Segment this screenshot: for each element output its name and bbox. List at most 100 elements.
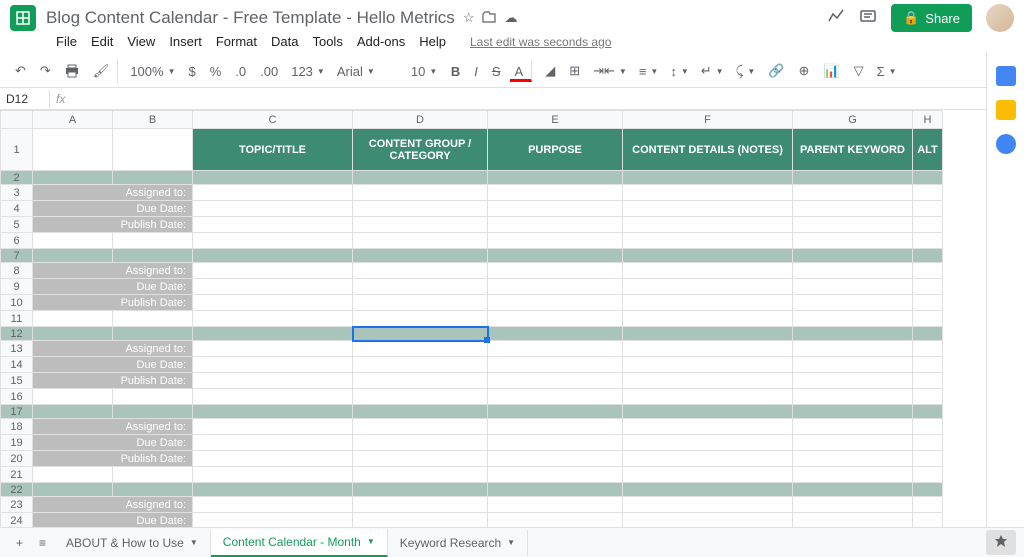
- cell[interactable]: [488, 311, 623, 327]
- row-header[interactable]: 16: [1, 389, 33, 405]
- sheets-logo[interactable]: [10, 5, 36, 31]
- cell[interactable]: [353, 405, 488, 419]
- cell[interactable]: [488, 435, 623, 451]
- cell[interactable]: Publish Date:: [33, 451, 193, 467]
- cell[interactable]: Due Date:: [33, 435, 193, 451]
- fill-color-button[interactable]: ◢: [540, 59, 560, 83]
- col-header[interactable]: F: [623, 111, 793, 129]
- cell[interactable]: [193, 483, 353, 497]
- cell[interactable]: [793, 419, 913, 435]
- format-dropdown[interactable]: 123▼: [287, 62, 329, 81]
- cell[interactable]: [913, 295, 943, 311]
- cell[interactable]: [793, 263, 913, 279]
- cell[interactable]: [33, 327, 113, 341]
- calendar-addon-icon[interactable]: [996, 66, 1016, 86]
- cell[interactable]: [793, 451, 913, 467]
- cell[interactable]: [353, 201, 488, 217]
- cell[interactable]: [488, 497, 623, 513]
- cell[interactable]: [623, 217, 793, 233]
- name-box[interactable]: D12: [0, 90, 50, 108]
- cell[interactable]: [793, 483, 913, 497]
- cell[interactable]: [793, 497, 913, 513]
- row-header[interactable]: 11: [1, 311, 33, 327]
- cell[interactable]: [913, 185, 943, 201]
- row-header[interactable]: 22: [1, 483, 33, 497]
- cell[interactable]: [913, 279, 943, 295]
- cell[interactable]: [33, 483, 113, 497]
- sheet-tab-calendar[interactable]: Content Calendar - Month▼: [211, 529, 388, 557]
- cell[interactable]: [353, 295, 488, 311]
- cell[interactable]: [193, 185, 353, 201]
- share-button[interactable]: 🔒 Share: [891, 4, 972, 32]
- borders-button[interactable]: ⊞: [564, 59, 585, 83]
- cell[interactable]: [193, 357, 353, 373]
- cell[interactable]: PARENT KEYWORD: [793, 129, 913, 171]
- cell[interactable]: [353, 311, 488, 327]
- cell[interactable]: [488, 483, 623, 497]
- cell[interactable]: [193, 295, 353, 311]
- cell[interactable]: [113, 233, 193, 249]
- cell[interactable]: [623, 295, 793, 311]
- cell[interactable]: [33, 311, 113, 327]
- cell[interactable]: [913, 341, 943, 357]
- merge-button[interactable]: ⇥⇤▼: [589, 61, 631, 81]
- cell[interactable]: [353, 419, 488, 435]
- cell[interactable]: [113, 327, 193, 341]
- cell[interactable]: [488, 341, 623, 357]
- cell[interactable]: [353, 233, 488, 249]
- cell[interactable]: [353, 373, 488, 389]
- cell[interactable]: [353, 357, 488, 373]
- cell[interactable]: [913, 201, 943, 217]
- cell[interactable]: [113, 171, 193, 185]
- cell[interactable]: [488, 451, 623, 467]
- cell[interactable]: [913, 467, 943, 483]
- valign-button[interactable]: ↕▼: [666, 62, 692, 81]
- cell[interactable]: [623, 233, 793, 249]
- cell[interactable]: [623, 249, 793, 263]
- cell[interactable]: [488, 373, 623, 389]
- cell[interactable]: [33, 389, 113, 405]
- cell[interactable]: [913, 249, 943, 263]
- cell[interactable]: Assigned to:: [33, 419, 193, 435]
- cell[interactable]: [623, 405, 793, 419]
- cell[interactable]: [623, 435, 793, 451]
- col-header[interactable]: A: [33, 111, 113, 129]
- cell[interactable]: [623, 171, 793, 185]
- cell[interactable]: [793, 311, 913, 327]
- menu-tools[interactable]: Tools: [306, 32, 348, 51]
- row-header[interactable]: 5: [1, 217, 33, 233]
- cell[interactable]: [193, 263, 353, 279]
- cell[interactable]: [913, 373, 943, 389]
- cell[interactable]: [353, 263, 488, 279]
- cell[interactable]: [353, 389, 488, 405]
- cloud-icon[interactable]: ☁: [504, 10, 517, 27]
- cell[interactable]: [793, 357, 913, 373]
- italic-button[interactable]: I: [469, 60, 483, 83]
- cell[interactable]: [623, 483, 793, 497]
- menu-insert[interactable]: Insert: [163, 32, 208, 51]
- menu-help[interactable]: Help: [413, 32, 452, 51]
- cell[interactable]: [193, 217, 353, 233]
- cell[interactable]: CONTENT GROUP / CATEGORY: [353, 129, 488, 171]
- row-header[interactable]: 18: [1, 419, 33, 435]
- increase-decimal-button[interactable]: .00: [255, 60, 283, 83]
- explore-button[interactable]: [986, 530, 1016, 555]
- star-icon[interactable]: ☆: [463, 10, 475, 27]
- cell[interactable]: [913, 217, 943, 233]
- cell[interactable]: [488, 389, 623, 405]
- cell[interactable]: [793, 233, 913, 249]
- cell[interactable]: [623, 341, 793, 357]
- col-header[interactable]: C: [193, 111, 353, 129]
- row-header[interactable]: 8: [1, 263, 33, 279]
- cell[interactable]: [488, 263, 623, 279]
- cell[interactable]: [623, 263, 793, 279]
- cell[interactable]: [793, 185, 913, 201]
- cell[interactable]: Due Date:: [33, 201, 193, 217]
- cell[interactable]: [913, 233, 943, 249]
- cell[interactable]: [913, 389, 943, 405]
- cell[interactable]: [193, 389, 353, 405]
- cell[interactable]: [913, 419, 943, 435]
- cell[interactable]: [353, 185, 488, 201]
- wrap-button[interactable]: ↵▼: [697, 61, 728, 81]
- cell[interactable]: [488, 233, 623, 249]
